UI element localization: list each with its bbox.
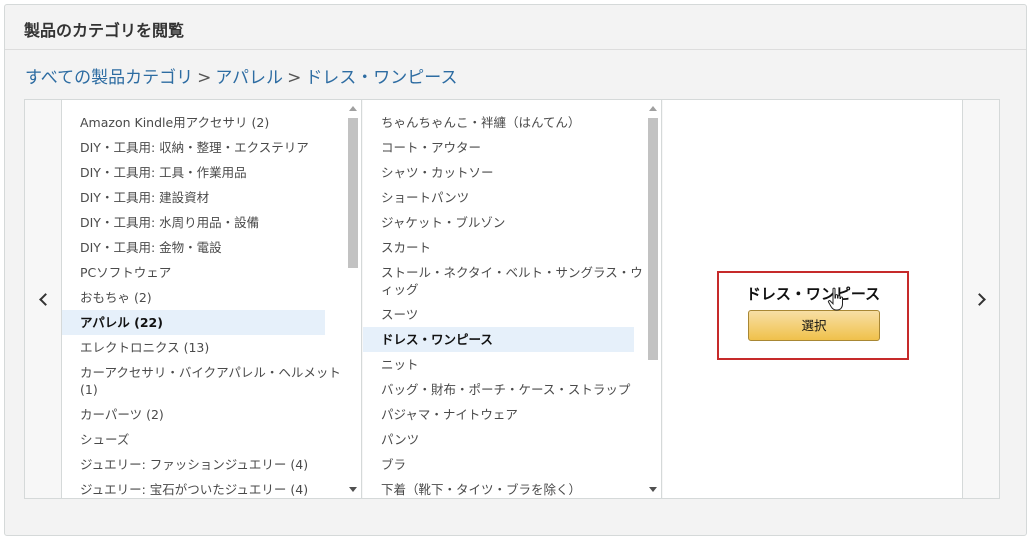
list-item[interactable]: DIY・工具用: 金物・電設 xyxy=(62,235,345,260)
chevron-right-icon xyxy=(972,292,986,306)
list-item[interactable]: スカート xyxy=(363,235,646,260)
breadcrumb-all-categories[interactable]: すべての製品カテゴリ xyxy=(25,68,193,88)
list-item[interactable]: DIY・工具用: 工具・作業用品 xyxy=(62,160,345,185)
selection-column: ドレス・ワンピース 選択 xyxy=(663,100,963,498)
list-item[interactable]: エレクトロニクス (13) xyxy=(62,335,345,360)
list-item[interactable]: カーパーツ (2) xyxy=(62,402,345,427)
scrollbar-column-1[interactable] xyxy=(345,100,361,498)
select-button[interactable]: 選択 xyxy=(748,310,880,341)
category-list-1: Amazon Kindle用アクセサリ (2) DIY・工具用: 収納・整理・エ… xyxy=(62,110,345,498)
list-item[interactable]: コート・アウター xyxy=(363,135,646,160)
list-item[interactable]: ブラ xyxy=(363,452,646,477)
selection-highlight-box: ドレス・ワンピース 選択 xyxy=(717,271,909,360)
breadcrumb-apparel[interactable]: アパレル xyxy=(215,68,283,88)
category-list-2: ちゃんちゃんこ・袢纏（はんてん） コート・アウター シャツ・カットソー ショート… xyxy=(363,110,646,498)
list-item[interactable]: パジャマ・ナイトウェア xyxy=(363,402,646,427)
breadcrumb-dress[interactable]: ドレス・ワンピース xyxy=(305,68,457,88)
breadcrumb: すべての製品カテゴリ > アパレル > ドレス・ワンピース xyxy=(25,63,457,88)
selected-category-title: ドレス・ワンピース xyxy=(745,285,881,303)
list-item[interactable]: ジャケット・ブルゾン xyxy=(363,210,646,235)
category-column-2: ちゃんちゃんこ・袢纏（はんてん） コート・アウター シャツ・カットソー ショート… xyxy=(363,100,662,498)
list-item[interactable]: 下着（靴下・タイツ・ブラを除く） xyxy=(363,477,646,498)
list-item[interactable]: ショートパンツ xyxy=(363,185,646,210)
list-item[interactable]: バッグ・財布・ポーチ・ケース・ストラップ xyxy=(363,377,646,402)
list-item[interactable]: パンツ xyxy=(363,427,646,452)
category-browser-panel: 製品のカテゴリを閲覧 すべての製品カテゴリ > アパレル > ドレス・ワンピース Ama… xyxy=(4,4,1027,536)
list-item[interactable]: おもちゃ (2) xyxy=(62,285,345,310)
scrollbar-column-2[interactable] xyxy=(645,100,661,498)
scrollbar-thumb[interactable] xyxy=(648,118,658,360)
list-item[interactable]: ジュエリー: 宝石がついたジュエリー (4) xyxy=(62,477,345,498)
nav-right-button[interactable] xyxy=(962,100,999,498)
list-item[interactable]: ジュエリー: ファッションジュエリー (4) xyxy=(62,452,345,477)
scroll-down-arrow-icon[interactable] xyxy=(649,487,657,492)
hand-pointer-icon xyxy=(827,287,843,311)
list-item[interactable]: PCソフトウェア xyxy=(62,260,345,285)
list-item[interactable]: DIY・工具用: 水周り用品・設備 xyxy=(62,210,345,235)
list-item[interactable]: スーツ xyxy=(363,302,646,327)
list-item[interactable]: シューズ xyxy=(62,427,345,452)
scroll-up-arrow-icon[interactable] xyxy=(349,106,357,111)
list-item-selected[interactable]: ドレス・ワンピース xyxy=(363,327,634,352)
scroll-up-arrow-icon[interactable] xyxy=(649,106,657,111)
breadcrumb-separator: > xyxy=(287,68,302,88)
list-item[interactable]: シャツ・カットソー xyxy=(363,160,646,185)
list-item[interactable]: ちゃんちゃんこ・袢纏（はんてん） xyxy=(363,110,646,135)
panel-title: 製品のカテゴリを閲覧 xyxy=(24,21,185,40)
list-item[interactable]: DIY・工具用: 収納・整理・エクステリア xyxy=(62,135,345,160)
list-item[interactable]: ニット xyxy=(363,352,646,377)
category-columns: Amazon Kindle用アクセサリ (2) DIY・工具用: 収納・整理・エ… xyxy=(24,99,1000,499)
category-column-1: Amazon Kindle用アクセサリ (2) DIY・工具用: 収納・整理・エ… xyxy=(62,100,362,498)
nav-left-button[interactable] xyxy=(25,100,62,498)
list-item[interactable]: ストール・ネクタイ・ベルト・サングラス・ウィッグ xyxy=(363,260,646,302)
list-item[interactable]: DIY・工具用: 建設資材 xyxy=(62,185,345,210)
scroll-down-arrow-icon[interactable] xyxy=(349,487,357,492)
chevron-left-icon xyxy=(38,292,52,306)
list-item[interactable]: Amazon Kindle用アクセサリ (2) xyxy=(62,110,345,135)
list-item[interactable]: カーアクセサリ・バイクアパレル・ヘルメット (1) xyxy=(62,360,345,402)
breadcrumb-separator: > xyxy=(197,68,212,88)
scrollbar-thumb[interactable] xyxy=(348,118,358,268)
list-item-selected[interactable]: アパレル (22) xyxy=(62,310,325,335)
